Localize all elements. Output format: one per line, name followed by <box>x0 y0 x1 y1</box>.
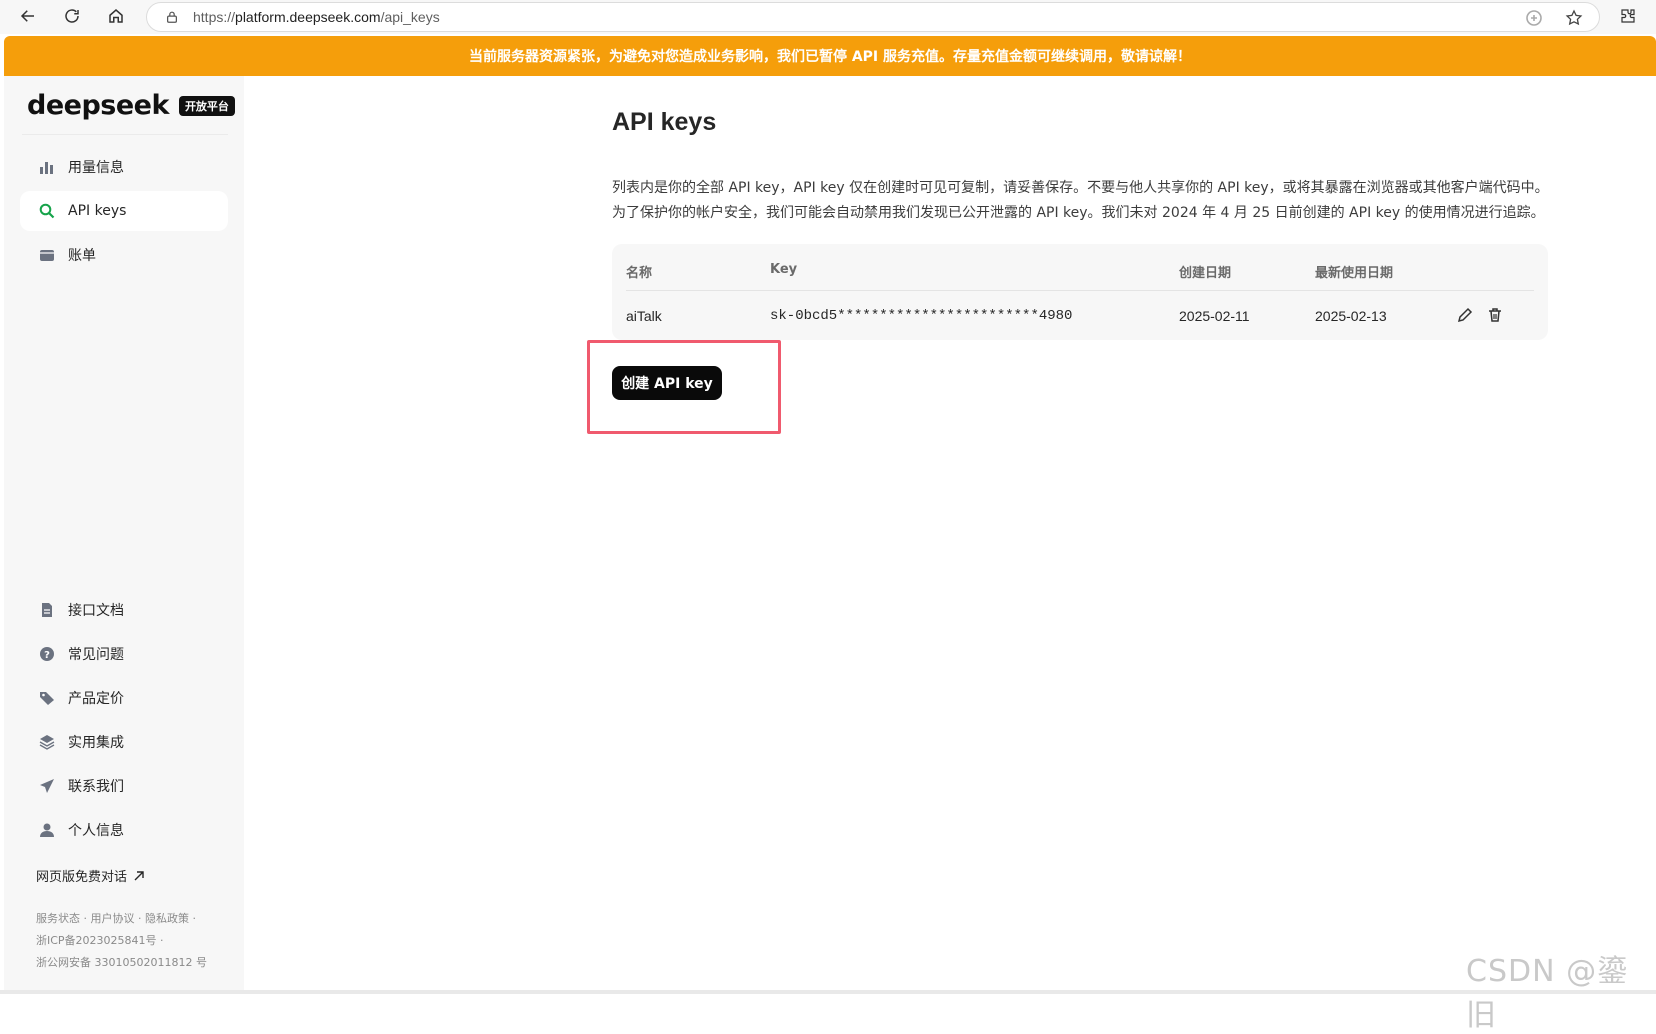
sidebar: deepseek 开放平台 用量信息 API keys 账单 接口文档 ? 常见… <box>4 76 244 990</box>
footer-icp[interactable]: 浙ICP备2023025841号 · <box>36 932 164 948</box>
sidebar-item-profile[interactable]: 个人信息 <box>20 810 228 850</box>
main-content: API keys 列表内是你的全部 API key，API key 仅在创建时可… <box>244 76 1656 990</box>
create-api-key-button[interactable]: 创建 API key <box>612 366 722 400</box>
description-line-1: 列表内是你的全部 API key，API key 仅在创建时可见可复制，请妥善保… <box>612 180 1549 196</box>
home-icon[interactable] <box>104 4 128 28</box>
sidebar-item-billing[interactable]: 账单 <box>20 235 228 275</box>
sidebar-item-label: 个人信息 <box>68 823 124 839</box>
price-tag-icon <box>38 689 56 707</box>
url-host: platform.deepseek.com <box>235 9 381 25</box>
sidebar-item-label: 用量信息 <box>68 160 124 176</box>
lock-icon[interactable] <box>165 10 179 24</box>
logo[interactable]: deepseek 开放平台 <box>27 90 235 121</box>
url-path: /api_keys <box>380 9 440 25</box>
bar-chart-icon <box>38 158 56 176</box>
cell-name: aiTalk <box>626 308 662 324</box>
extensions-icon[interactable] <box>1616 4 1640 28</box>
sidebar-item-faq[interactable]: ? 常见问题 <box>20 634 228 674</box>
footer-links[interactable]: 服务状态 · 用户协议 · 隐私政策 · <box>36 910 196 926</box>
sidebar-item-integrations[interactable]: 实用集成 <box>20 722 228 762</box>
logo-badge: 开放平台 <box>178 95 235 116</box>
reload-icon[interactable] <box>60 4 84 28</box>
layers-icon <box>38 733 56 751</box>
sidebar-item-pricing[interactable]: 产品定价 <box>20 678 228 718</box>
service-notice-banner: 当前服务器资源紧张，为避免对您造成业务影响，我们已暂停 API 服务充值。存量充… <box>4 36 1656 76</box>
svg-text:?: ? <box>44 650 50 661</box>
back-icon[interactable] <box>16 4 40 28</box>
user-icon <box>38 821 56 839</box>
search-icon <box>38 202 56 220</box>
sidebar-item-docs[interactable]: 接口文档 <box>20 590 228 630</box>
sidebar-item-usage[interactable]: 用量信息 <box>20 147 228 187</box>
cell-created: 2025-02-11 <box>1179 308 1250 324</box>
banner-text: 当前服务器资源紧张，为避免对您造成业务影响，我们已暂停 API 服务充值。存量充… <box>468 49 1192 65</box>
api-keys-table: 名称 Key 创建日期 最新使用日期 aiTalk sk-0bcd5******… <box>612 244 1548 340</box>
sidebar-item-label: 实用集成 <box>68 735 124 751</box>
external-link-icon <box>134 870 144 880</box>
sidebar-item-api-keys[interactable]: API keys <box>20 191 228 231</box>
sidebar-item-label: API keys <box>68 203 127 219</box>
header-name: 名称 <box>626 266 653 281</box>
web-chat-label: 网页版免费对话 <box>36 870 128 885</box>
cell-key: sk-0bcd5************************4980 <box>770 308 1073 324</box>
document-icon <box>38 601 56 619</box>
sidebar-item-label: 产品定价 <box>68 691 124 707</box>
sidebar-item-label: 常见问题 <box>68 647 124 663</box>
header-created: 创建日期 <box>1179 266 1232 281</box>
sidebar-item-label: 接口文档 <box>68 603 124 619</box>
footer-police[interactable]: 浙公网安备 33010502011812 号 <box>36 954 207 970</box>
cell-last-used: 2025-02-13 <box>1315 308 1387 324</box>
edit-icon[interactable] <box>1456 306 1474 324</box>
sidebar-item-label: 联系我们 <box>68 779 124 795</box>
url-prefix: https:// <box>193 9 236 25</box>
delete-icon[interactable] <box>1486 306 1504 324</box>
description-line-2: 为了保护你的帐户安全，我们可能会自动禁用我们发现已公开泄露的 API key。我… <box>612 205 1545 221</box>
web-chat-link[interactable]: 网页版免费对话 <box>36 866 145 885</box>
window-bottom-edge <box>0 990 1656 994</box>
star-icon[interactable] <box>1565 9 1583 27</box>
logo-text: deepseek <box>27 90 169 121</box>
sidebar-item-label: 账单 <box>68 248 96 264</box>
divider <box>22 134 228 135</box>
sidebar-item-contact[interactable]: 联系我们 <box>20 766 228 806</box>
browser-toolbar: https://platform.deepseek.com/api_keys <box>0 0 1656 34</box>
header-key: Key <box>770 262 798 277</box>
send-icon <box>38 777 56 795</box>
wallet-icon <box>38 246 56 264</box>
question-icon: ? <box>38 645 56 663</box>
header-last-used: 最新使用日期 <box>1315 266 1394 281</box>
divider <box>626 290 1534 291</box>
translate-icon[interactable] <box>1525 9 1543 27</box>
page-title: API keys <box>612 108 717 136</box>
address-bar[interactable]: https://platform.deepseek.com/api_keys <box>146 2 1600 32</box>
